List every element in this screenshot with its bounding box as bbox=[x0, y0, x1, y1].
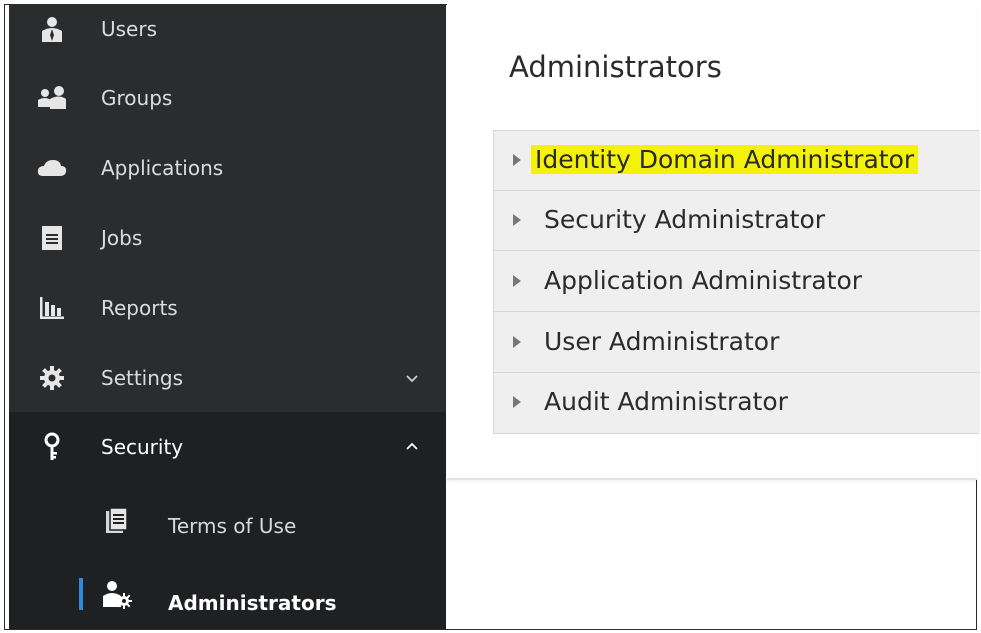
document-icon bbox=[101, 505, 133, 537]
active-indicator bbox=[79, 578, 83, 610]
sidebar-item-security[interactable]: Security bbox=[9, 412, 446, 482]
accordion-row-label: Identity Domain Administrator bbox=[531, 145, 919, 174]
accordion-row-security-administrator[interactable]: Security Administrator bbox=[494, 191, 980, 251]
accordion-row-label: Audit Administrator bbox=[544, 387, 788, 416]
sidebar-item-jobs[interactable]: Jobs bbox=[9, 203, 446, 273]
sidebar-subitem-terms-of-use[interactable]: Terms of Use bbox=[9, 486, 446, 556]
sidebar-item-label: Jobs bbox=[101, 226, 143, 250]
admin-roles-accordion: Identity Domain Administrator Security A… bbox=[493, 130, 980, 434]
jobs-icon bbox=[37, 223, 67, 253]
accordion-row-label: Application Administrator bbox=[544, 266, 863, 295]
sidebar-item-users[interactable]: Users bbox=[9, 0, 446, 64]
gear-icon bbox=[37, 363, 67, 393]
chevron-down-icon[interactable] bbox=[401, 367, 423, 389]
page-title: Administrators bbox=[509, 50, 722, 84]
accordion-row-user-administrator[interactable]: User Administrator bbox=[494, 313, 980, 373]
sidebar-item-label: Groups bbox=[101, 86, 173, 110]
accordion-row-label: Security Administrator bbox=[544, 205, 826, 234]
sidebar-subitem-label: Administrators bbox=[168, 591, 337, 615]
accordion-row-audit-administrator[interactable]: Audit Administrator bbox=[494, 373, 980, 433]
administrators-card: Administrators Identity Domain Administr… bbox=[447, 4, 980, 480]
security-submenu: Terms of Use Administrators bbox=[9, 482, 446, 629]
sidebar-item-label: Security bbox=[101, 435, 184, 459]
accordion-row-application-administrator[interactable]: Application Administrator bbox=[494, 252, 980, 312]
chevron-up-icon[interactable] bbox=[401, 436, 423, 458]
sidebar-item-groups[interactable]: Groups bbox=[9, 63, 446, 133]
triangle-right-icon bbox=[513, 396, 521, 408]
sidebar-item-label: Applications bbox=[101, 156, 224, 180]
bar-chart-icon bbox=[37, 293, 67, 323]
sidebar-nav: Users Groups Applications Jobs Reports S… bbox=[9, 4, 446, 629]
sidebar-item-label: Reports bbox=[101, 296, 178, 320]
admin-user-gear-icon bbox=[101, 578, 133, 610]
sidebar-item-label: Users bbox=[101, 17, 158, 41]
user-icon bbox=[37, 14, 67, 44]
sidebar-item-label: Settings bbox=[101, 366, 184, 390]
group-icon bbox=[37, 83, 67, 113]
sidebar-item-applications[interactable]: Applications bbox=[9, 133, 446, 203]
sidebar-item-reports[interactable]: Reports bbox=[9, 273, 446, 343]
sidebar-subitem-label: Terms of Use bbox=[168, 514, 297, 538]
main-content: Administrators Identity Domain Administr… bbox=[447, 4, 980, 629]
accordion-row-identity-domain-administrator[interactable]: Identity Domain Administrator bbox=[494, 131, 980, 191]
triangle-right-icon bbox=[513, 214, 521, 226]
sidebar-item-settings[interactable]: Settings bbox=[9, 343, 446, 413]
accordion-row-label: User Administrator bbox=[544, 327, 780, 356]
key-icon bbox=[37, 432, 67, 462]
triangle-right-icon bbox=[513, 154, 521, 166]
sidebar-subitem-administrators[interactable]: Administrators bbox=[9, 556, 446, 626]
triangle-right-icon bbox=[513, 336, 521, 348]
triangle-right-icon bbox=[513, 275, 521, 287]
cloud-icon bbox=[37, 153, 67, 183]
